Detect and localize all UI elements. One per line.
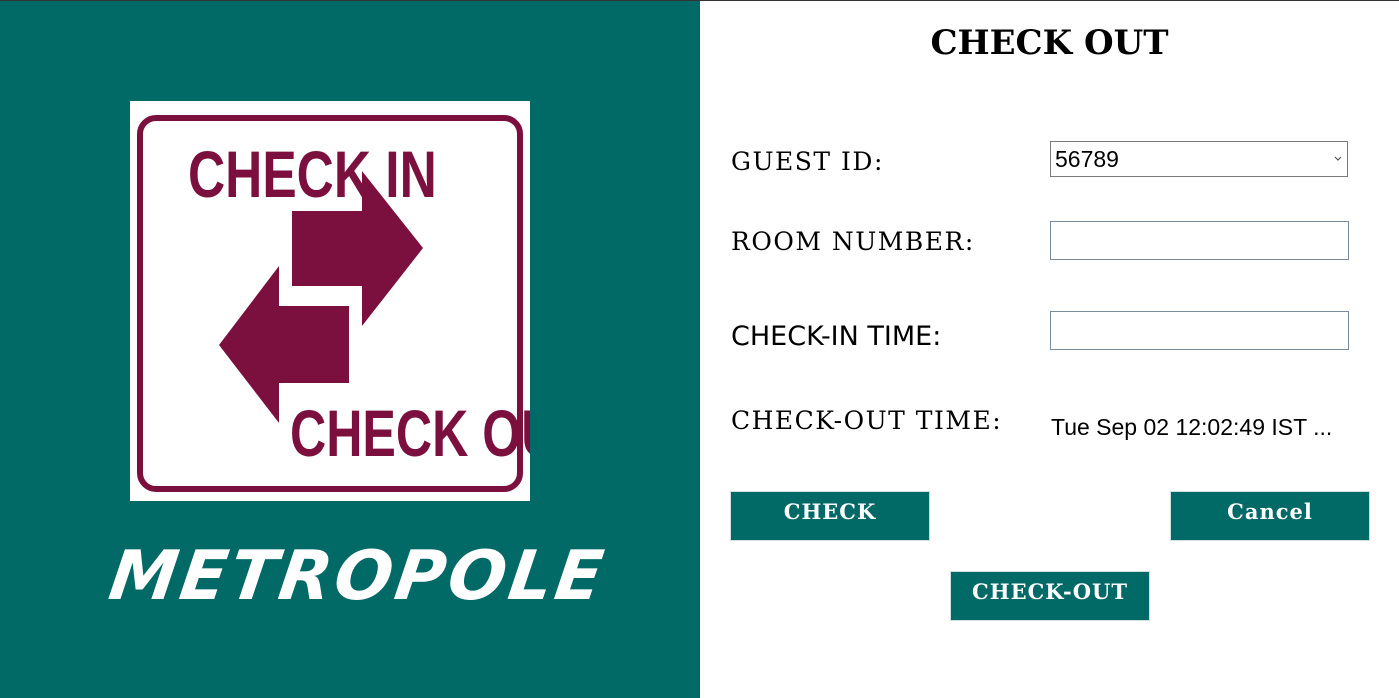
room-number-label: ROOM NUMBER: <box>731 227 975 256</box>
checkout-time-label: CHECK-OUT TIME: <box>731 406 1003 435</box>
guest-id-label: GUEST ID: <box>731 147 884 176</box>
branding-panel: CHECK IN CHECK OUT METROPOLE <box>0 1 700 698</box>
checkin-time-label: CHECK-IN TIME: <box>731 321 942 352</box>
logo-graphic: CHECK IN CHECK OUT <box>137 115 530 492</box>
logo-check-out-text: CHECK OUT <box>290 397 530 470</box>
cancel-button[interactable]: Cancel <box>1170 491 1370 541</box>
page-title: CHECK OUT <box>930 23 1169 63</box>
checkout-window: CHECK IN CHECK OUT METROPOLE CHECK OUT G… <box>0 0 1399 698</box>
checkout-form-panel: CHECK OUT GUEST ID: 56789 ROOM NUMBER: C… <box>700 1 1399 698</box>
guest-id-select[interactable]: 56789 <box>1050 141 1348 177</box>
check-button[interactable]: CHECK <box>730 491 930 541</box>
checkout-button[interactable]: CHECK-OUT <box>950 571 1150 621</box>
guest-id-selected-value: 56789 <box>1055 146 1119 172</box>
brand-name: METROPOLE <box>104 537 611 616</box>
room-number-field[interactable] <box>1050 221 1349 260</box>
checkin-checkout-logo: CHECK IN CHECK OUT <box>130 101 530 501</box>
checkin-time-field[interactable] <box>1050 311 1349 350</box>
logo-check-in-text: CHECK IN <box>188 137 437 212</box>
chevron-down-icon <box>1334 156 1342 161</box>
checkout-time-value: Tue Sep 02 12:02:49 IST ... <box>1051 414 1333 440</box>
